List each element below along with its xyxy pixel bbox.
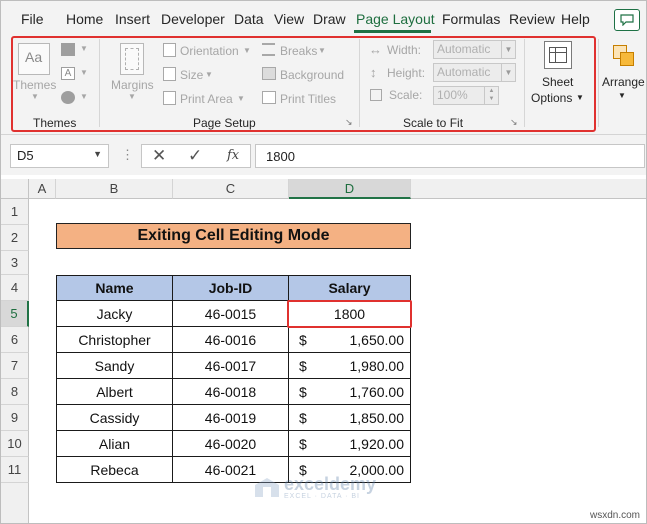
cell-job-id[interactable]: 46-0019 xyxy=(173,405,289,431)
tab-developer[interactable]: Developer xyxy=(161,11,225,27)
select-all-corner[interactable] xyxy=(1,179,29,199)
arrange-chevron-icon: ▼ xyxy=(618,91,626,100)
cell-job-id[interactable]: 46-0015 xyxy=(173,301,289,327)
cell-salary[interactable]: $ 1,920.00 xyxy=(289,431,411,457)
cell-salary[interactable]: $ 1,760.00 xyxy=(289,379,411,405)
ribbon-highlight-box xyxy=(11,36,596,132)
tab-help[interactable]: Help xyxy=(561,11,590,27)
comments-button[interactable] xyxy=(614,9,640,31)
site-watermark: wsxdn.com xyxy=(589,510,640,521)
cell-name[interactable]: Alian xyxy=(56,431,173,457)
row-header-2[interactable]: 2 xyxy=(1,225,29,251)
currency-symbol: $ xyxy=(299,435,307,452)
salary-value: 1,850.00 xyxy=(349,409,405,426)
active-tab-indicator xyxy=(354,30,431,33)
formula-bar: D5 ▼ ⋮ ✕ ✓ fx 1800 xyxy=(1,135,646,175)
cell-job-id[interactable]: 46-0016 xyxy=(173,327,289,353)
header-salary[interactable]: Salary xyxy=(289,275,411,301)
row-header-7[interactable]: 7 xyxy=(1,353,29,379)
ribbon: Aa Themes ▼ ▼ A ▼ ▼ Themes Margins ▼ Ori… xyxy=(1,35,646,135)
salary-value: 1,920.00 xyxy=(349,435,405,452)
tab-draw[interactable]: Draw xyxy=(313,11,346,27)
row-header-10[interactable]: 10 xyxy=(1,431,29,457)
currency-symbol: $ xyxy=(299,331,307,348)
row-header-11[interactable]: 11 xyxy=(1,457,29,483)
cell-job-id[interactable]: 46-0018 xyxy=(173,379,289,405)
row-header-4[interactable]: 4 xyxy=(1,275,29,301)
group-separator xyxy=(598,39,599,127)
salary-value: 1,650.00 xyxy=(349,331,405,348)
more-options-icon: ⋮ xyxy=(121,147,134,162)
active-cell-highlight xyxy=(287,300,412,328)
cell-salary[interactable]: $ 1,650.00 xyxy=(289,327,411,353)
cell-name[interactable]: Cassidy xyxy=(56,405,173,431)
tab-page-layout[interactable]: Page Layout xyxy=(356,11,435,27)
currency-symbol: $ xyxy=(299,409,307,426)
currency-symbol: $ xyxy=(299,357,307,374)
arrange-icon xyxy=(611,43,637,69)
column-header-a[interactable]: A xyxy=(29,179,56,199)
cell-job-id[interactable]: 46-0020 xyxy=(173,431,289,457)
cell-name[interactable]: Albert xyxy=(56,379,173,405)
row-header-8[interactable]: 8 xyxy=(1,379,29,405)
cell-name[interactable]: Sandy xyxy=(56,353,173,379)
row-header-9[interactable]: 9 xyxy=(1,405,29,431)
header-name[interactable]: Name xyxy=(56,275,173,301)
worksheet-grid: A B C D 1 2 3 4 5 6 7 8 9 10 11 Exiting … xyxy=(1,175,646,523)
excel-window: File Home Insert Developer Data View Dra… xyxy=(0,0,647,524)
tab-home[interactable]: Home xyxy=(66,11,103,27)
watermark: exceldemy EXCEL · DATA · BI xyxy=(254,475,376,500)
row-header-empty xyxy=(1,483,29,523)
cell-name[interactable]: Christopher xyxy=(56,327,173,353)
column-header-empty xyxy=(411,179,646,199)
enter-icon[interactable]: ✓ xyxy=(188,146,202,166)
tab-insert[interactable]: Insert xyxy=(115,11,150,27)
column-header-d[interactable]: D xyxy=(289,179,411,199)
cell-salary[interactable]: $ 1,850.00 xyxy=(289,405,411,431)
cell-name[interactable]: Jacky xyxy=(56,301,173,327)
arrange-label[interactable]: Arrange xyxy=(602,75,645,89)
currency-symbol: $ xyxy=(299,383,307,400)
ribbon-tab-bar: File Home Insert Developer Data View Dra… xyxy=(1,1,646,35)
cancel-icon[interactable]: ✕ xyxy=(152,146,166,166)
tab-formulas[interactable]: Formulas xyxy=(442,11,500,27)
row-header-1[interactable]: 1 xyxy=(1,199,29,225)
salary-value: 1,760.00 xyxy=(349,383,405,400)
tab-review[interactable]: Review xyxy=(509,11,555,27)
watermark-tagline: EXCEL · DATA · BI xyxy=(284,493,360,500)
insert-function-icon[interactable]: fx xyxy=(227,148,239,163)
row-header-3[interactable]: 3 xyxy=(1,251,29,275)
header-job-id[interactable]: Job-ID xyxy=(173,275,289,301)
formula-input[interactable]: 1800 xyxy=(255,144,645,168)
column-header-b[interactable]: B xyxy=(56,179,173,199)
watermark-name: exceldemy xyxy=(284,474,377,494)
column-header-c[interactable]: C xyxy=(173,179,289,199)
exceldemy-logo-icon xyxy=(255,477,279,497)
cell-name[interactable]: Rebeca xyxy=(56,457,173,483)
sheet-title[interactable]: Exiting Cell Editing Mode xyxy=(56,223,411,249)
salary-value: 1,980.00 xyxy=(349,357,405,374)
comment-icon xyxy=(620,14,634,26)
tab-view[interactable]: View xyxy=(274,11,304,27)
tab-file[interactable]: File xyxy=(21,11,44,27)
name-box-value: D5 xyxy=(17,148,34,163)
row-header-6[interactable]: 6 xyxy=(1,327,29,353)
cell-job-id[interactable]: 46-0017 xyxy=(173,353,289,379)
name-box[interactable]: D5 ▼ xyxy=(10,144,109,168)
row-header-5[interactable]: 5 xyxy=(1,301,29,327)
name-box-chevron-icon[interactable]: ▼ xyxy=(93,149,102,159)
tab-data[interactable]: Data xyxy=(234,11,264,27)
formula-buttons: ✕ ✓ fx xyxy=(141,144,251,168)
cell-salary[interactable]: $ 1,980.00 xyxy=(289,353,411,379)
